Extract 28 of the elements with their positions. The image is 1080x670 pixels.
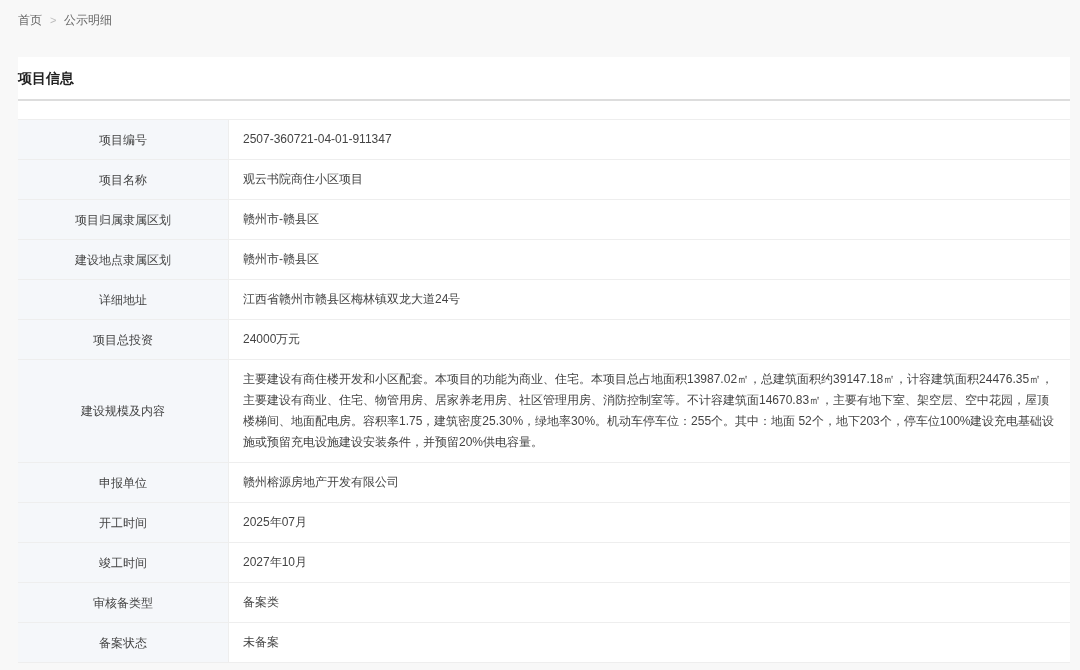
breadcrumb-link[interactable]: 首页 xyxy=(18,11,42,29)
label-cell: 项目名称 xyxy=(18,160,229,199)
label-cell: 建设规模及内容 xyxy=(18,360,229,462)
label-cell: 申报单位 xyxy=(18,463,229,502)
label-cell: 竣工时间 xyxy=(18,543,229,582)
label-cell: 审核备类型 xyxy=(18,583,229,622)
label-cell: 项目归属隶属区划 xyxy=(18,200,229,239)
value-cell-text: 观云书院商住小区项目 xyxy=(242,171,364,188)
label-cell: 项目编号 xyxy=(18,120,229,159)
label-cell: 建设地点隶属区划 xyxy=(18,240,229,279)
breadcrumb-separator: > xyxy=(50,12,57,28)
value-cell-text: 2507-360721-04-01-911347 xyxy=(242,131,393,148)
value-cell-text: 赣州榕源房地产开发有限公司 xyxy=(242,474,400,491)
section-title: 项目信息 xyxy=(18,68,74,88)
value-cell-text: 江西省赣州市赣县区梅林镇双龙大道24号 xyxy=(242,291,462,308)
value-cell-text: 24000万元 xyxy=(242,331,302,348)
value-cell-text: 赣州市-赣县区 xyxy=(242,211,320,228)
breadcrumb-link[interactable]: 公示明细 xyxy=(64,11,113,29)
value-cell-text: 2027年10月 xyxy=(242,554,309,571)
label-cell: 备案状态 xyxy=(18,623,229,662)
value-cell-text: 主要建设有商住楼开发和小区配套。本项目的功能为商业、住宅。本项目总占地面积13987.02㎡，总建筑面积约39147.18㎡，计容建筑面积24476.35㎡，主要建设有商业、住宅、物管用房、居家养老用房、社区管理用房、消防控制室等。不计容建筑面14670.83㎡，主要有地下室、架空层、空中花园，屋顶楼梯间、地面配电房。容积率1.75，建筑密度25.30%，绿地率30%。机动车停车位：255个。其中：地面 52个，地下203个，停车位100%建设充电基础设施或预留充电设施建设安装条件，并预留20%供电容量。 xyxy=(242,371,1056,451)
label-cell: 详细地址 xyxy=(18,280,229,319)
label-cell: 开工时间 xyxy=(18,503,229,542)
value-cell-text: 备案类 xyxy=(242,594,280,611)
value-cell-text: 2025年07月 xyxy=(242,514,309,531)
value-cell-text: 赣州市-赣县区 xyxy=(242,251,320,268)
value-cell-text: 未备案 xyxy=(242,634,280,651)
label-cell: 项目总投资 xyxy=(18,320,229,359)
